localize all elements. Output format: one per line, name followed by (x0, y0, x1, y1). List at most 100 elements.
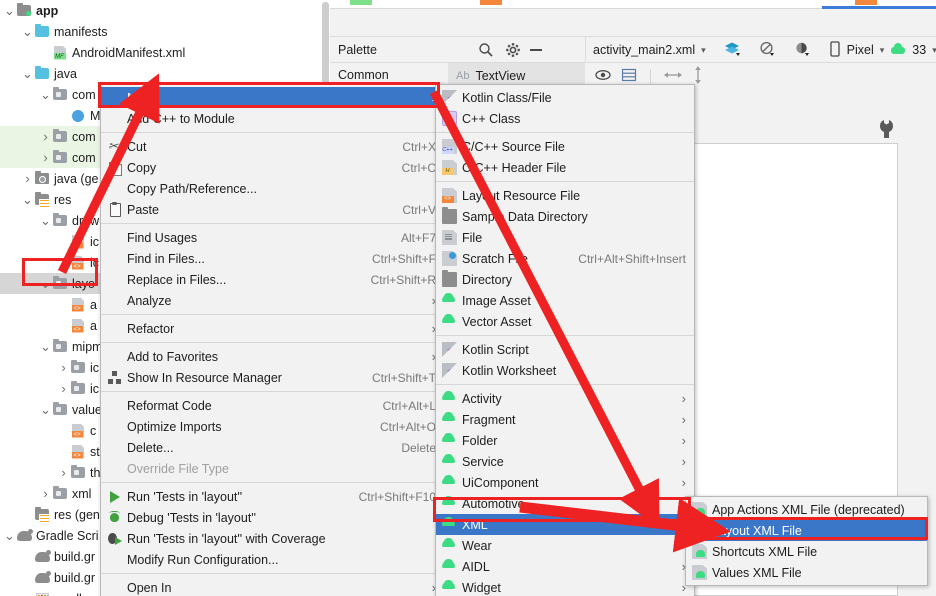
menu-item[interactable]: Scratch File Ctrl+Alt+Shift+Insert (436, 248, 694, 269)
xml-green-file-icon (692, 502, 707, 517)
menu-item[interactable]: Kotlin Class/File (436, 87, 694, 108)
menu-item[interactable]: Analyze › (101, 290, 444, 311)
theme-contrast-icon[interactable] (794, 41, 811, 60)
menu-item[interactable]: Copy Ctrl+C (101, 157, 444, 178)
menu-item-label: File (462, 230, 483, 245)
kotlin-file-icon (442, 90, 457, 105)
menu-item[interactable]: Shortcuts XML File (686, 541, 927, 562)
tree-row[interactable]: ⌄ java (0, 63, 330, 84)
device-chevron-down-icon[interactable]: ▾ (880, 45, 885, 56)
menu-item[interactable]: Folder › (436, 430, 694, 451)
chevron-down-icon[interactable]: ⌄ (3, 3, 16, 18)
chevron-right-icon[interactable]: › (57, 462, 70, 483)
menu-item[interactable]: Automotive › (436, 493, 694, 514)
context-menu[interactable]: New › Add C++ to Module Cut Ctrl+X Copy Ctrl+C… (100, 84, 445, 596)
chevron-down-icon[interactable]: ⌄ (21, 192, 34, 207)
menu-item[interactable]: Delete... Delete (101, 437, 444, 458)
tree-row[interactable]: ⌄ manifests (0, 21, 330, 42)
chevron-right-icon[interactable]: › (57, 378, 70, 399)
menu-item[interactable]: Modify Run Configuration... (101, 549, 444, 570)
menu-item[interactable]: Vector Asset (436, 311, 694, 332)
gear-icon[interactable] (505, 42, 521, 61)
menu-item[interactable]: Kotlin Script (436, 339, 694, 360)
minimize-palette-icon[interactable] (530, 49, 542, 51)
chevron-right-icon[interactable]: › (39, 147, 52, 168)
chevron-down-icon[interactable]: ▾ (701, 45, 706, 56)
menu-item[interactable]: Paste Ctrl+V (101, 199, 444, 220)
tree-row[interactable]: AndroidManifest.xml (0, 42, 330, 63)
menu-item[interactable]: Refactor › (101, 318, 444, 339)
menu-item[interactable]: Kotlin Worksheet (436, 360, 694, 381)
menu-item[interactable]: Add to Favorites › (101, 346, 444, 367)
chevron-down-icon[interactable]: ⌄ (3, 528, 16, 543)
chevron-right-icon[interactable]: › (39, 126, 52, 147)
menu-item[interactable]: Run 'Tests in 'layout'' with Coverage (101, 528, 444, 549)
menu-item[interactable]: Values XML File (686, 562, 927, 583)
menu-item[interactable]: Layout XML File (686, 520, 927, 541)
menu-item[interactable]: Reformat Code Ctrl+Alt+L (101, 395, 444, 416)
tree-row[interactable]: ⌄ app (0, 0, 330, 21)
menu-item[interactable]: AIDL › (436, 556, 694, 577)
menu-item[interactable]: Fragment › (436, 409, 694, 430)
chevron-down-icon[interactable]: ⌄ (21, 24, 34, 39)
menu-item[interactable]: Directory (436, 269, 694, 290)
chevron-right-icon[interactable]: › (57, 357, 70, 378)
palette-category-common[interactable]: Common (338, 68, 389, 82)
menu-item[interactable]: Copy Path/Reference... (101, 178, 444, 199)
chevron-right-icon: › (681, 433, 686, 448)
menu-item[interactable]: Wear › (436, 535, 694, 556)
new-submenu[interactable]: Kotlin Class/File C++ Class C++ C/C++ Sourc… (435, 84, 695, 596)
menu-item[interactable]: Cut Ctrl+X (101, 136, 444, 157)
menu-item[interactable]: New › (101, 87, 444, 108)
menu-item[interactable]: Open In › (101, 577, 444, 596)
tab-marker-green-icon (350, 0, 372, 5)
menu-item[interactable]: UiComponent › (436, 472, 694, 493)
menu-item[interactable]: Optimize Imports Ctrl+Alt+O (101, 416, 444, 437)
menu-item[interactable]: Run 'Tests in 'layout'' Ctrl+Shift+F10 (101, 486, 444, 507)
eye-icon[interactable] (595, 68, 611, 85)
horizontal-resize-icon[interactable] (664, 69, 682, 84)
chevron-down-icon[interactable]: ⌄ (39, 339, 52, 354)
menu-item[interactable]: Debug 'Tests in 'layout'' (101, 507, 444, 528)
layers-icon[interactable] (724, 41, 741, 60)
api-chevron-down-icon[interactable]: ▾ (932, 45, 936, 56)
menu-item[interactable]: Service › (436, 451, 694, 472)
menu-item-shortcut: Ctrl+C (401, 160, 436, 175)
device-name[interactable]: Pixel (847, 43, 874, 57)
xml-submenu[interactable]: App Actions XML File (deprecated) Layout … (685, 496, 928, 586)
menu-item[interactable]: File (436, 227, 694, 248)
menu-item[interactable]: H C/C++ Header File (436, 157, 694, 178)
menu-item[interactable]: Find Usages Alt+F7 (101, 227, 444, 248)
menu-item[interactable]: Activity › (436, 388, 694, 409)
menu-item[interactable]: XML › (436, 514, 694, 535)
palette-search-icon[interactable] (478, 42, 494, 61)
wrench-icon[interactable] (880, 120, 893, 141)
menu-item-label: Directory (462, 272, 513, 287)
folder-package-icon (52, 485, 69, 502)
design-file-name[interactable]: activity_main2.xml (593, 43, 695, 57)
menu-item[interactable]: Add C++ to Module (101, 108, 444, 129)
xml-file-icon (70, 255, 87, 271)
chevron-down-icon[interactable]: ⌄ (21, 66, 34, 81)
no-constraints-icon[interactable] (759, 41, 776, 60)
blueprint-layout-icon[interactable] (621, 68, 637, 85)
menu-item[interactable]: Image Asset (436, 290, 694, 311)
tree-row-label: com (72, 87, 96, 102)
chevron-down-icon[interactable]: ⌄ (39, 87, 52, 102)
menu-item[interactable]: Find in Files... Ctrl+Shift+F (101, 248, 444, 269)
menu-item[interactable]: App Actions XML File (deprecated) (686, 499, 927, 520)
menu-item[interactable]: Widget › (436, 577, 694, 596)
menu-item[interactable]: Sample Data Directory (436, 206, 694, 227)
chevron-down-icon[interactable]: ⌄ (39, 402, 52, 417)
chevron-right-icon[interactable]: › (39, 483, 52, 504)
menu-item[interactable]: Show In Resource Manager Ctrl+Shift+T (101, 367, 444, 388)
chevron-right-icon[interactable]: › (21, 168, 34, 189)
chevron-down-icon[interactable]: ⌄ (39, 213, 52, 228)
menu-item[interactable]: C++ C/C++ Source File (436, 136, 694, 157)
chevron-down-icon[interactable]: ⌄ (39, 276, 52, 291)
api-level[interactable]: 33 (912, 43, 926, 57)
menu-item[interactable]: Replace in Files... Ctrl+Shift+R (101, 269, 444, 290)
menu-item[interactable]: C++ Class (436, 108, 694, 129)
editor-tab-strip[interactable] (330, 0, 936, 9)
menu-item[interactable]: <> Layout Resource File (436, 185, 694, 206)
